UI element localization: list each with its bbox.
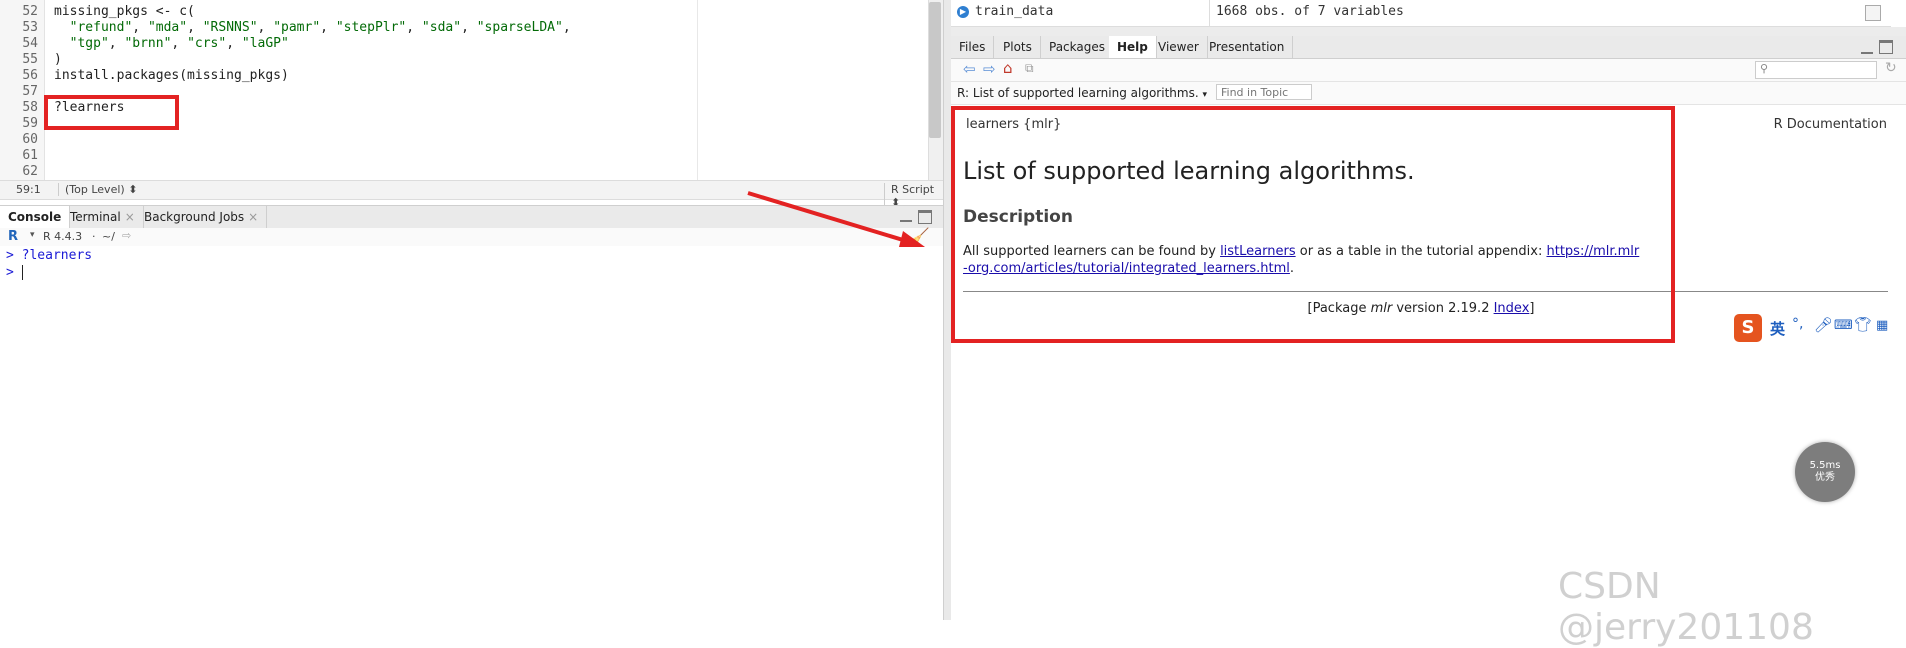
text-cursor (22, 265, 23, 280)
console-line: > ?learners (6, 248, 93, 263)
home-icon[interactable]: ⌂ (1003, 59, 1013, 77)
code-line: install.packages(missing_pkgs) (54, 68, 289, 83)
sogou-logo-icon[interactable]: S (1734, 314, 1762, 342)
tab-label: Terminal (70, 210, 121, 224)
forward-arrow-icon[interactable]: ⇨ (983, 60, 996, 78)
line-number: 58 (22, 100, 38, 115)
tab-label: Plots (1003, 40, 1032, 54)
editor-scroll-thumb[interactable] (929, 2, 941, 138)
expand-icon[interactable]: ▶ (957, 6, 969, 18)
ime-language[interactable]: 英 (1770, 318, 1785, 339)
minimize-icon[interactable] (1861, 42, 1873, 54)
help-search-input[interactable]: ⚲ (1755, 61, 1877, 79)
line-number: 54 (22, 36, 38, 51)
chevron-down-icon: ▾ (1202, 90, 1207, 100)
environment-row[interactable]: ▶ train_data 1668 obs. of 7 variables (951, 0, 1891, 27)
code-line: ) (54, 52, 62, 67)
tab-presentation[interactable]: Presentation (1201, 36, 1294, 58)
scope-label: (Top Level) (65, 183, 125, 196)
maximize-icon[interactable] (1879, 40, 1893, 54)
source-editor[interactable]: 52 53 54 55 56 57 58 59 60 61 62 missing_pkgs <- c… (0, 0, 943, 180)
view-table-icon[interactable] (1865, 5, 1881, 21)
tab-label: Presentation (1209, 40, 1285, 54)
latency-label: 优秀 (1815, 472, 1835, 483)
r-logo-icon[interactable]: R (8, 229, 18, 244)
close-icon[interactable]: × (125, 210, 135, 224)
pane-gap (951, 27, 1906, 36)
line-number: 57 (22, 84, 38, 99)
line-number: 52 (22, 4, 38, 19)
find-in-topic-input[interactable] (1216, 84, 1312, 100)
annotation-arrow (747, 191, 925, 247)
code-line: "refund", "mda", "RSNNS", "pamr", "stepP… (69, 20, 571, 35)
tab-label: Packages (1049, 40, 1105, 54)
line-number: 59 (22, 116, 38, 131)
show-in-window-icon[interactable]: ⧉ (1025, 61, 1034, 76)
console-output[interactable]: > ?learners > (0, 246, 943, 620)
files-help-tabbar: Files Plots Packages Help Viewer Present… (951, 36, 1906, 59)
line-number: 61 (22, 148, 38, 163)
tab-terminal[interactable]: Terminal × (62, 206, 144, 228)
topic-history-dropdown[interactable]: R: List of supported learning algorithms… (957, 86, 1207, 100)
help-toolbar: ⇦ ⇨ ⌂ ⧉ ⚲ ↻ (951, 59, 1906, 82)
keyboard-icon[interactable]: ⌨ (1834, 318, 1853, 333)
scope-selector[interactable]: (Top Level) ⬍ (58, 183, 137, 196)
skin-icon[interactable]: 👕︎ (1854, 317, 1872, 333)
console-input-line[interactable]: > (6, 265, 22, 280)
tab-label: Viewer (1158, 40, 1199, 54)
line-number: 60 (22, 132, 38, 147)
refresh-icon[interactable]: ↻ (1885, 60, 1897, 76)
latency-badge: 5.5ms 优秀 (1795, 442, 1855, 502)
back-arrow-icon[interactable]: ⇦ (963, 60, 976, 78)
line-number: 53 (22, 20, 38, 35)
tab-console[interactable]: Console (0, 206, 71, 228)
tab-label: Help (1117, 40, 1148, 54)
ime-toolbar: S 英 °, 🎤︎ ⌨ 👕︎ ▦ (1734, 314, 1906, 344)
line-number-gutter: 52 53 54 55 56 57 58 59 60 61 62 (0, 0, 45, 180)
punctuation-icon[interactable]: °, (1792, 316, 1803, 332)
help-header-right: R Documentation (1773, 117, 1887, 132)
apps-grid-icon[interactable]: ▦ (1876, 318, 1888, 333)
annotation-box-code (44, 95, 179, 130)
code-line: "tgp", "brnn", "crs", "laGP" (69, 36, 289, 51)
working-directory[interactable]: ~/ (102, 230, 115, 243)
chevron-down-icon[interactable]: ▾ (30, 230, 35, 240)
close-icon[interactable]: × (248, 210, 258, 224)
watermark: CSDN @jerry201108 (1558, 566, 1814, 648)
tab-viewer[interactable]: Viewer (1150, 36, 1208, 58)
line-number: 55 (22, 52, 38, 67)
updown-icon: ⬍ (128, 183, 138, 196)
print-margin (697, 0, 698, 180)
variable-name: train_data (975, 4, 1054, 19)
latency-value: 5.5ms (1809, 460, 1841, 471)
tab-files[interactable]: Files (951, 36, 995, 58)
tab-packages[interactable]: Packages (1041, 36, 1114, 58)
line-number: 56 (22, 68, 38, 83)
topic-label: R: List of supported learning algorithms… (957, 86, 1199, 100)
tab-label: Background Jobs (144, 210, 245, 224)
variable-value: 1668 obs. of 7 variables (1216, 4, 1404, 19)
go-to-directory-icon[interactable]: ⇨ (122, 229, 131, 242)
help-topic-bar: R: List of supported learning algorithms… (951, 82, 1906, 105)
line-number: 62 (22, 164, 38, 179)
cursor-position: 59:1 (16, 183, 41, 196)
code-line: missing_pkgs <- c( (54, 4, 195, 19)
microphone-icon[interactable]: 🎤︎ (1814, 316, 1833, 334)
annotation-box-help (951, 106, 1675, 343)
tab-background-jobs[interactable]: Background Jobs × (136, 206, 268, 228)
tab-label: Files (959, 40, 986, 54)
tab-plots[interactable]: Plots (995, 36, 1041, 58)
r-version: R 4.4.3 (43, 230, 83, 243)
search-icon: ⚲ (1760, 62, 1769, 75)
tab-label: Console (8, 210, 62, 224)
